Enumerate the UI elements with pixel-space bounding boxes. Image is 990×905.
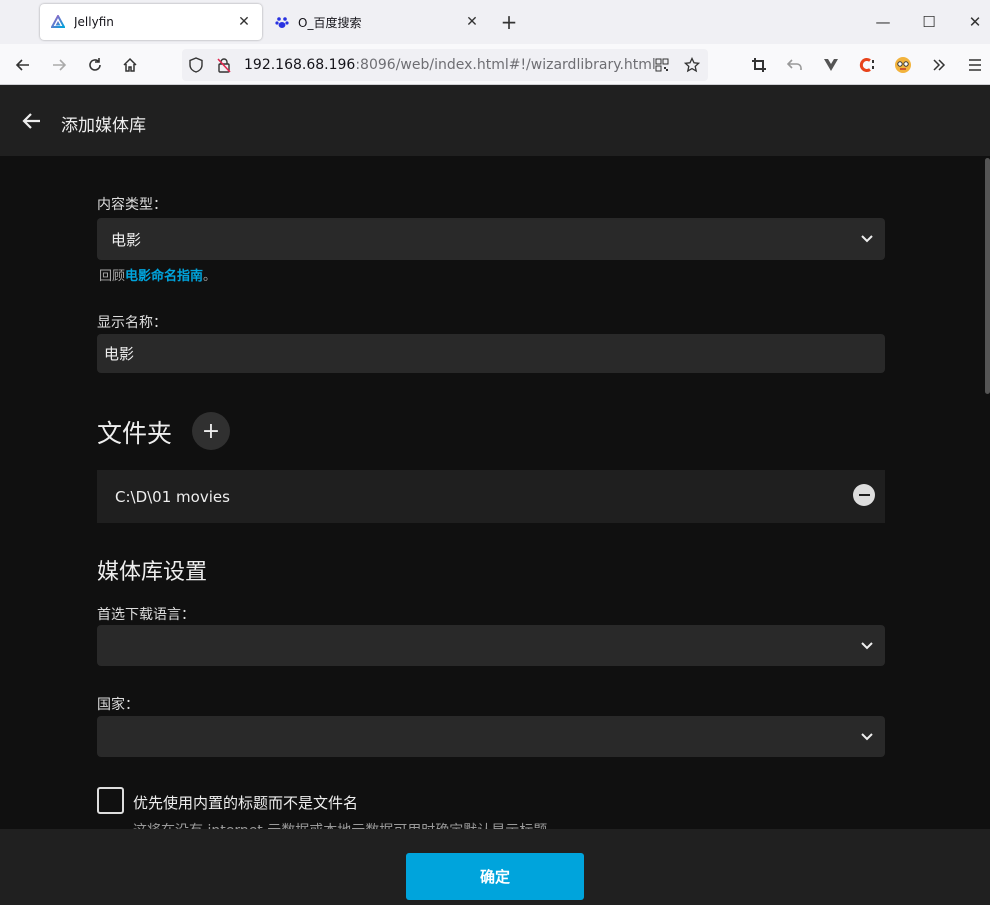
display-name-label: 显示名称： xyxy=(97,315,167,331)
country-label: 国家： xyxy=(97,697,139,713)
content-type-label: 内容类型： xyxy=(97,197,167,213)
crop-icon[interactable] xyxy=(744,50,774,80)
folders-heading: 文件夹 xyxy=(97,419,173,448)
scrollbar-thumb[interactable] xyxy=(985,158,990,394)
url-text[interactable]: 192.168.68.196:8096/web/index.html#!/wiz… xyxy=(244,57,656,73)
prefer-embedded-title-label[interactable]: 优先使用内置的标题而不是文件名 xyxy=(133,792,358,813)
browser-tab-bar: Jellyfin ✕ O_百度搜索 ✕ + — ☐ ✕ xyxy=(0,0,990,44)
naming-guide-link[interactable]: 电影命名指南 xyxy=(125,269,203,284)
content-type-value: 电影 xyxy=(111,230,142,249)
minimize-icon[interactable]: — xyxy=(860,0,906,44)
chevron-down-icon xyxy=(861,641,873,649)
metadata-language-select[interactable] xyxy=(97,625,885,666)
overflow-chevrons-icon[interactable] xyxy=(924,50,954,80)
reload-icon[interactable] xyxy=(80,50,110,80)
form-footer: 确定 xyxy=(0,829,990,905)
vue-devtools-icon[interactable] xyxy=(816,50,846,80)
confirm-button[interactable]: 确定 xyxy=(406,853,584,900)
metadata-language-label: 首选下载语言： xyxy=(97,607,195,623)
remove-folder-icon[interactable] xyxy=(853,484,875,506)
url-host: 192.168.68.196 xyxy=(244,57,356,73)
chevron-down-icon xyxy=(861,235,873,243)
qr-code-icon[interactable] xyxy=(648,51,676,79)
browser-nav-bar: 192.168.68.196:8096/web/index.html#!/wiz… xyxy=(0,44,990,85)
window-close-icon[interactable]: ✕ xyxy=(952,0,990,44)
insecure-lock-icon[interactable] xyxy=(210,51,238,79)
home-icon[interactable] xyxy=(115,50,145,80)
hint-suffix: 。 xyxy=(203,269,217,284)
content-type-select[interactable]: 电影 xyxy=(97,218,885,260)
undo-icon[interactable] xyxy=(780,50,810,80)
page-title: 添加媒体库 xyxy=(61,116,146,136)
url-path: :8096/web/index.html#!/wizardlibrary.htm… xyxy=(355,57,656,73)
library-settings-heading: 媒体库设置 xyxy=(97,560,208,585)
chevron-down-icon xyxy=(861,732,873,740)
country-select[interactable] xyxy=(97,716,885,757)
library-form: 内容类型： 电影 回顾电影命名指南。 显示名称： 电影 文件夹 + C:\D\0… xyxy=(0,156,985,829)
shield-icon[interactable] xyxy=(182,51,210,79)
new-tab-icon[interactable]: + xyxy=(496,8,522,36)
bookmark-star-icon[interactable] xyxy=(678,51,706,79)
forward-icon[interactable] xyxy=(44,50,74,80)
extension-face-icon[interactable] xyxy=(888,50,918,80)
jellyfin-icon xyxy=(50,14,66,30)
address-bar[interactable]: 192.168.68.196:8096/web/index.html#!/wiz… xyxy=(182,49,708,81)
tab-title: O_百度搜索 xyxy=(298,15,362,30)
display-name-field[interactable]: 电影 xyxy=(97,334,885,373)
naming-guide-hint: 回顾电影命名指南。 xyxy=(99,265,216,284)
add-folder-button[interactable]: + xyxy=(192,412,230,450)
back-arrow-icon[interactable] xyxy=(18,107,46,135)
back-icon[interactable] xyxy=(8,50,38,80)
tab-jellyfin[interactable]: Jellyfin ✕ xyxy=(40,4,262,40)
app-header: 添加媒体库 xyxy=(0,85,990,156)
tab-title: Jellyfin xyxy=(74,15,114,29)
maximize-icon[interactable]: ☐ xyxy=(906,0,952,44)
prefer-embedded-title-checkbox[interactable] xyxy=(97,787,124,814)
prefer-embedded-title-description: 这将在没有 internet 元数据或本地元数据可用时确定默认显示标题。 xyxy=(133,820,561,829)
hint-prefix: 回顾 xyxy=(99,269,126,284)
display-name-value: 电影 xyxy=(104,345,135,363)
folder-path: C:\D\01 movies xyxy=(115,487,230,506)
tab-baidu[interactable]: O_百度搜索 ✕ xyxy=(264,4,490,40)
plus-icon: + xyxy=(201,418,221,444)
folder-list-item[interactable]: C:\D\01 movies xyxy=(97,470,885,523)
close-icon[interactable]: ✕ xyxy=(232,10,256,34)
menu-icon[interactable] xyxy=(960,50,990,80)
close-icon[interactable]: ✕ xyxy=(460,10,484,34)
extension-c-icon[interactable] xyxy=(852,50,882,80)
baidu-icon xyxy=(274,14,290,30)
